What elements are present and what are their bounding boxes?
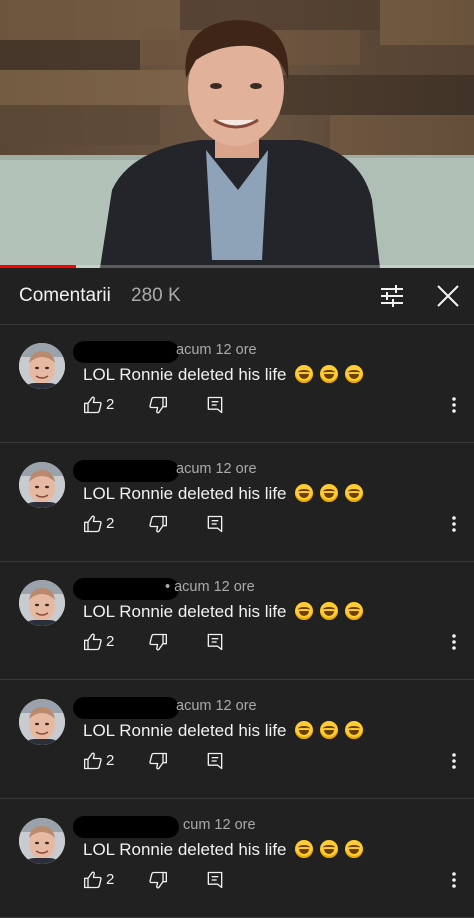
- redacted-author-name: [73, 697, 179, 719]
- reply-icon[interactable]: [205, 395, 225, 415]
- comment-timestamp: acum 12 ore: [176, 342, 257, 358]
- comment-text: LOL Ronnie deleted his life: [83, 484, 365, 507]
- thumbs-up-icon[interactable]: [83, 395, 103, 415]
- laughing-emoji-icon: [344, 484, 363, 502]
- laughing-emoji-icon: [295, 365, 314, 383]
- comment-text-body: LOL Ronnie deleted his life: [83, 365, 287, 384]
- thumbs-up-icon[interactable]: [83, 751, 103, 771]
- comment-text-body: LOL Ronnie deleted his life: [83, 840, 287, 859]
- thumbs-down-icon[interactable]: [148, 870, 168, 890]
- redacted-author-name: [73, 341, 179, 363]
- laughing-emoji-group: [295, 365, 364, 388]
- laughing-emoji-group: [295, 840, 364, 863]
- like-count: 2: [106, 633, 115, 650]
- avatar[interactable]: [19, 343, 65, 389]
- thumbs-up-icon[interactable]: [83, 632, 103, 652]
- comment-item: • acum 12 ore LOL Ronnie deleted his lif…: [0, 562, 474, 680]
- avatar[interactable]: [19, 818, 65, 864]
- laughing-emoji-icon: [319, 484, 338, 502]
- reply-icon[interactable]: [205, 870, 225, 890]
- like-count: 2: [106, 515, 115, 532]
- laughing-emoji-group: [295, 602, 364, 625]
- like-count: 2: [106, 752, 115, 769]
- comment-text: LOL Ronnie deleted his life: [83, 721, 365, 744]
- laughing-emoji-icon: [344, 721, 363, 739]
- thumbs-down-icon[interactable]: [148, 632, 168, 652]
- reply-icon[interactable]: [205, 514, 225, 534]
- laughing-emoji-icon: [295, 484, 314, 502]
- redacted-author-name: [73, 578, 179, 600]
- avatar[interactable]: [19, 580, 65, 626]
- more-vertical-icon[interactable]: [444, 632, 464, 652]
- laughing-emoji-icon: [295, 602, 314, 620]
- laughing-emoji-icon: [344, 840, 363, 858]
- comment-text: LOL Ronnie deleted his life: [83, 365, 365, 388]
- comment-text-body: LOL Ronnie deleted his life: [83, 721, 287, 740]
- more-vertical-icon[interactable]: [444, 870, 464, 890]
- thumbs-up-icon[interactable]: [83, 870, 103, 890]
- laughing-emoji-group: [295, 721, 364, 744]
- comment-item: acum 12 ore LOL Ronnie deleted his life …: [0, 444, 474, 562]
- comment-text-body: LOL Ronnie deleted his life: [83, 602, 287, 621]
- thumbs-down-icon[interactable]: [148, 514, 168, 534]
- comment-text: LOL Ronnie deleted his life: [83, 840, 365, 863]
- laughing-emoji-icon: [344, 602, 363, 620]
- like-count: 2: [106, 871, 115, 888]
- reply-icon[interactable]: [205, 632, 225, 652]
- comment-item: acum 12 ore LOL Ronnie deleted his life …: [0, 681, 474, 799]
- comment-timestamp: acum 12 ore: [176, 461, 257, 477]
- laughing-emoji-icon: [295, 840, 314, 858]
- comment-item: acum 12 ore LOL Ronnie deleted his life …: [0, 325, 474, 443]
- like-count: 2: [106, 396, 115, 413]
- laughing-emoji-icon: [344, 365, 363, 383]
- laughing-emoji-icon: [319, 840, 338, 858]
- close-icon[interactable]: [434, 282, 462, 310]
- comment-text-body: LOL Ronnie deleted his life: [83, 484, 287, 503]
- redacted-author-name: [73, 460, 179, 482]
- thumbs-down-icon[interactable]: [148, 751, 168, 771]
- comment-timestamp: • acum 12 ore: [165, 579, 255, 595]
- comments-header: Comentarii 280 K: [0, 268, 474, 325]
- more-vertical-icon[interactable]: [444, 751, 464, 771]
- laughing-emoji-icon: [319, 602, 338, 620]
- redacted-author-name: [73, 816, 179, 838]
- video-player[interactable]: [0, 0, 474, 268]
- laughing-emoji-icon: [319, 365, 338, 383]
- comment-text: LOL Ronnie deleted his life: [83, 602, 365, 625]
- video-frame: [0, 0, 474, 268]
- laughing-emoji-icon: [295, 721, 314, 739]
- avatar[interactable]: [19, 699, 65, 745]
- thumbs-up-icon[interactable]: [83, 514, 103, 534]
- comments-count: 280 K: [131, 285, 181, 306]
- thumbs-down-icon[interactable]: [148, 395, 168, 415]
- laughing-emoji-group: [295, 484, 364, 507]
- sliders-icon[interactable]: [378, 282, 406, 310]
- laughing-emoji-icon: [319, 721, 338, 739]
- comments-title: Comentarii: [19, 285, 111, 306]
- avatar[interactable]: [19, 462, 65, 508]
- more-vertical-icon[interactable]: [444, 514, 464, 534]
- comment-timestamp: acum 12 ore: [176, 698, 257, 714]
- comment-item: cum 12 ore LOL Ronnie deleted his life 2: [0, 800, 474, 918]
- reply-icon[interactable]: [205, 751, 225, 771]
- comment-timestamp: cum 12 ore: [183, 817, 256, 833]
- more-vertical-icon[interactable]: [444, 395, 464, 415]
